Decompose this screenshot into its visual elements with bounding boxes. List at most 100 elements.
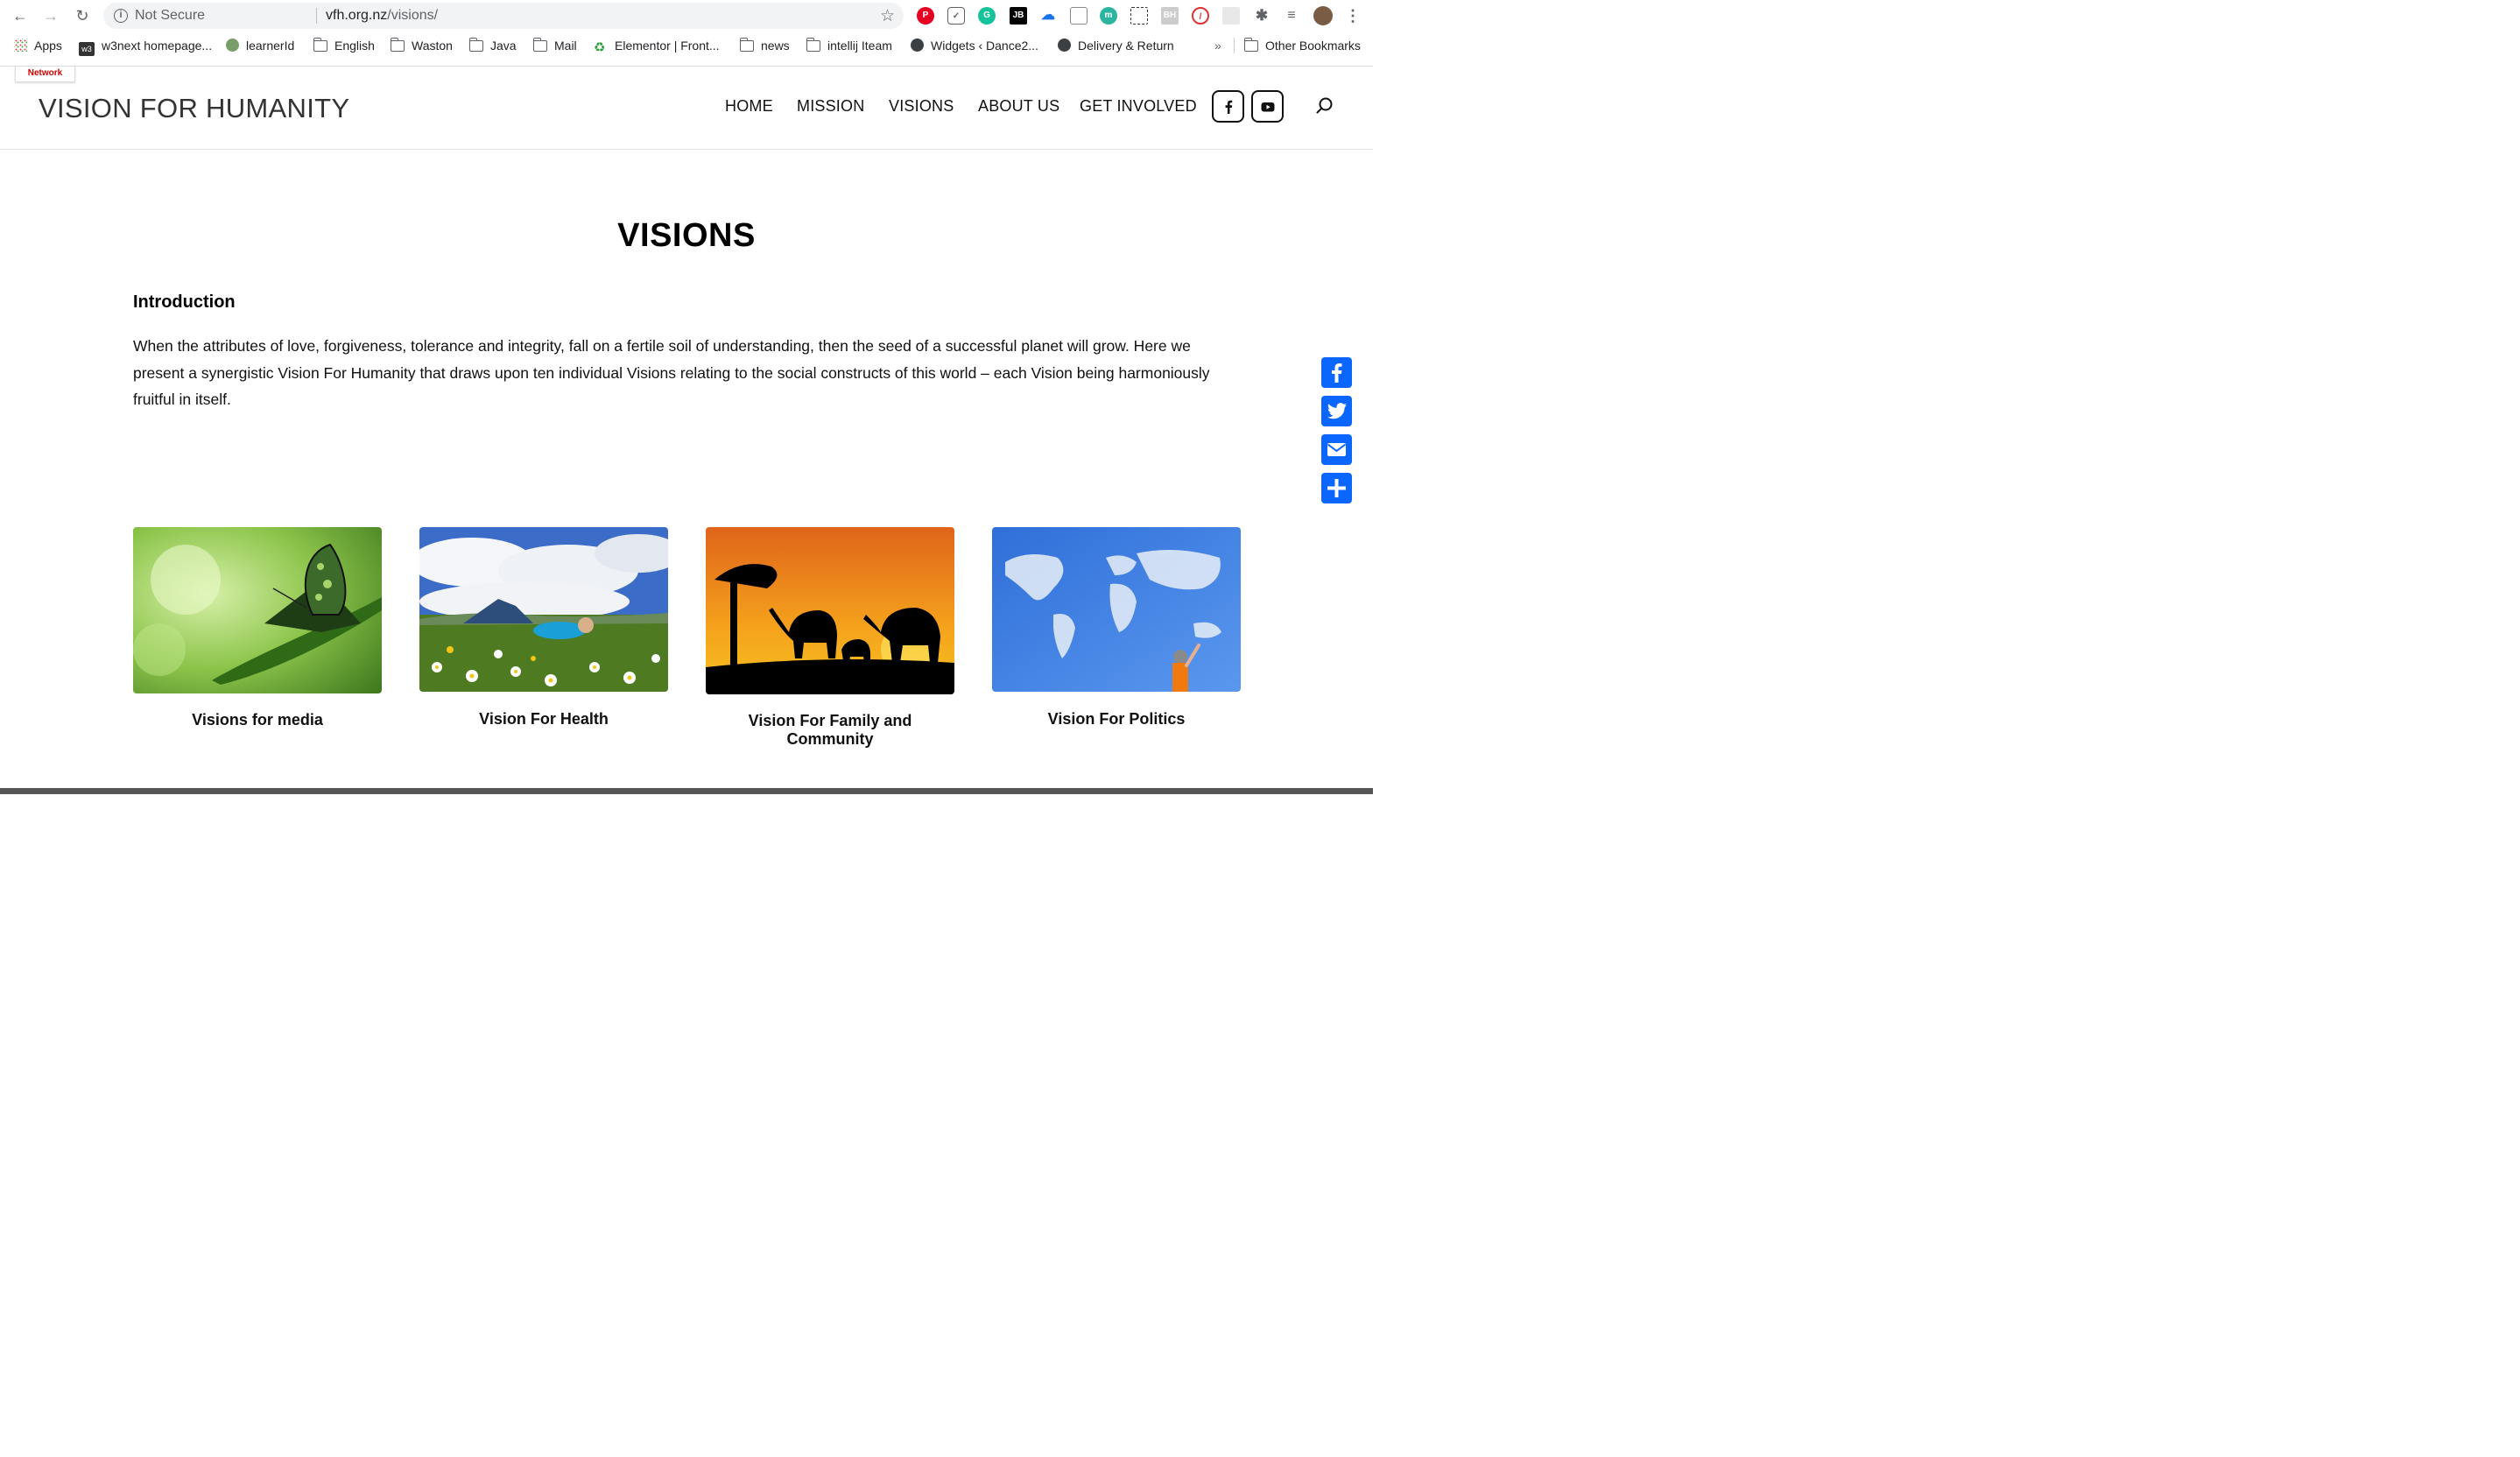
menu-kebab-icon[interactable]: ⋮ xyxy=(1342,5,1363,26)
bookmark-waston[interactable]: Waston xyxy=(390,38,453,53)
recycle-icon: ♻ xyxy=(594,40,606,55)
bookmark-star-icon[interactable]: ☆ xyxy=(880,6,895,26)
bookmark-label: Mail xyxy=(554,39,577,53)
bh-extension-icon[interactable]: BH xyxy=(1161,7,1179,25)
bookmark-java[interactable]: Java xyxy=(468,38,517,53)
bookmark-w3next[interactable]: w3 w3next homepage... xyxy=(79,38,213,56)
share-facebook-button[interactable] xyxy=(1321,357,1352,388)
back-icon[interactable]: ← xyxy=(10,5,31,26)
nav-home[interactable]: HOME xyxy=(725,97,773,116)
email-icon xyxy=(1327,443,1347,456)
bookmark-news[interactable]: news xyxy=(739,38,790,53)
bookmark-elementor[interactable]: ♻ Elementor | Front... xyxy=(594,38,720,55)
shield-extension-icon[interactable]: ✓ xyxy=(947,7,965,25)
facebook-button[interactable] xyxy=(1212,90,1244,123)
cloud-extension-icon[interactable]: ☁ xyxy=(1039,7,1057,25)
card-label-family[interactable]: Vision For Family and Community xyxy=(706,712,954,749)
plus-icon xyxy=(1327,479,1346,497)
reading-list-icon[interactable]: ≡ xyxy=(1283,7,1300,25)
youtube-icon xyxy=(1261,102,1275,112)
info-icon[interactable]: i xyxy=(114,9,128,23)
share-twitter-button[interactable] xyxy=(1321,396,1352,426)
bookmark-label: learnerId xyxy=(246,39,295,53)
folder-icon xyxy=(532,38,547,52)
globe-icon xyxy=(911,39,924,52)
bookmark-mail[interactable]: Mail xyxy=(532,38,577,53)
bookmark-label: intellij Iteam xyxy=(827,39,892,53)
header-divider xyxy=(0,149,1373,150)
folder-icon xyxy=(1243,38,1258,52)
card-label-health[interactable]: Vision For Health xyxy=(419,710,668,728)
bookmark-label: Widgets ‹ Dance2... xyxy=(931,39,1038,53)
bookmarks-overflow[interactable]: » xyxy=(1214,38,1221,53)
profile-avatar[interactable] xyxy=(1313,6,1333,25)
bookmark-label: Waston xyxy=(412,39,453,53)
bookmark-label: w3next homepage... xyxy=(102,39,213,53)
cast-extension-icon[interactable] xyxy=(1070,7,1088,25)
bookmark-label: Delivery & Return xyxy=(1078,39,1174,53)
nav-mission[interactable]: MISSION xyxy=(797,97,864,116)
nav-about-us[interactable]: ABOUT US xyxy=(978,97,1059,116)
bookmark-other[interactable]: Other Bookmarks xyxy=(1243,38,1361,53)
nav-get-involved[interactable]: GET INVOLVED xyxy=(1080,97,1197,116)
security-label: Not Secure xyxy=(135,8,206,23)
elephants-image xyxy=(706,527,954,694)
network-tab[interactable]: Network xyxy=(15,67,75,82)
card-image-family-elephants[interactable] xyxy=(706,527,954,694)
card-image-health-meadow[interactable] xyxy=(419,527,668,692)
chrome-border xyxy=(0,66,1373,67)
browser-toolbar: ← → ↻ i Not Secure vfh.org.nz/visions/ ☆… xyxy=(0,0,1373,32)
folder-icon xyxy=(313,38,327,52)
apps-grid-icon xyxy=(14,39,27,52)
intro-text: When the attributes of love, forgiveness… xyxy=(133,337,1210,408)
search-icon xyxy=(1316,97,1333,114)
grey-extension-icon[interactable] xyxy=(1222,7,1240,25)
search-button[interactable] xyxy=(1315,96,1334,116)
url-host: vfh.org.nz xyxy=(326,8,388,23)
globe-icon xyxy=(226,39,239,52)
folder-icon xyxy=(390,38,405,52)
footer-bar xyxy=(0,788,1373,794)
block-extension-icon[interactable]: / xyxy=(1192,7,1209,25)
youtube-button[interactable] xyxy=(1251,90,1284,123)
card-label-politics[interactable]: Vision For Politics xyxy=(992,710,1241,728)
m-extension-icon[interactable]: m xyxy=(1100,7,1117,25)
card-label-media[interactable]: Visions for media xyxy=(133,711,382,729)
pinterest-extension-icon[interactable]: P xyxy=(917,7,934,25)
page-title: VISIONS xyxy=(617,217,756,254)
bookmark-label: news xyxy=(761,39,790,53)
share-more-button[interactable] xyxy=(1321,473,1352,503)
folder-icon xyxy=(739,38,754,52)
url-text[interactable]: vfh.org.nz/visions/ xyxy=(326,8,438,24)
bookmark-label: Java xyxy=(490,39,517,53)
screenshot-extension-icon[interactable] xyxy=(1130,7,1148,25)
globe-icon xyxy=(1058,39,1071,52)
bookmark-label: Other Bookmarks xyxy=(1265,39,1361,53)
puzzle-extensions-icon[interactable]: ✱ xyxy=(1253,7,1271,25)
grammarly-extension-icon[interactable]: G xyxy=(978,7,996,25)
jetbrains-extension-icon[interactable]: JB xyxy=(1010,7,1027,25)
reload-icon[interactable]: ↻ xyxy=(72,5,93,26)
card-image-media-butterfly[interactable] xyxy=(133,527,382,693)
folder-icon xyxy=(468,38,483,52)
omnibox-separator xyxy=(316,8,317,24)
site-logo[interactable]: VISION FOR HUMANITY xyxy=(39,93,349,124)
address-bar[interactable]: i Not Secure vfh.org.nz/visions/ ☆ xyxy=(103,3,904,29)
bookmarks-divider xyxy=(1234,38,1235,53)
card-image-politics-worldmap[interactable] xyxy=(992,527,1241,692)
bookmark-widgets[interactable]: Widgets ‹ Dance2... xyxy=(911,38,1038,53)
meadow-image xyxy=(419,527,668,692)
bookmark-learnerid[interactable]: learnerId xyxy=(226,38,294,53)
bookmark-apps[interactable]: Apps xyxy=(14,38,62,53)
nav-visions[interactable]: VISIONS xyxy=(889,97,954,116)
bookmark-delivery[interactable]: Delivery & Return xyxy=(1058,38,1174,53)
bookmark-intellij[interactable]: intellij Iteam xyxy=(806,38,892,53)
intro-heading: Introduction xyxy=(133,292,236,312)
forward-icon[interactable]: → xyxy=(40,5,61,26)
bookmark-label: Elementor | Front... xyxy=(615,39,720,53)
bookmark-english[interactable]: English xyxy=(313,38,375,53)
share-email-button[interactable] xyxy=(1321,434,1352,465)
bookmarks-bar: Apps w3 w3next homepage... learnerId Engl… xyxy=(0,33,1373,58)
world-map-image xyxy=(992,527,1241,692)
facebook-icon xyxy=(1225,100,1233,114)
